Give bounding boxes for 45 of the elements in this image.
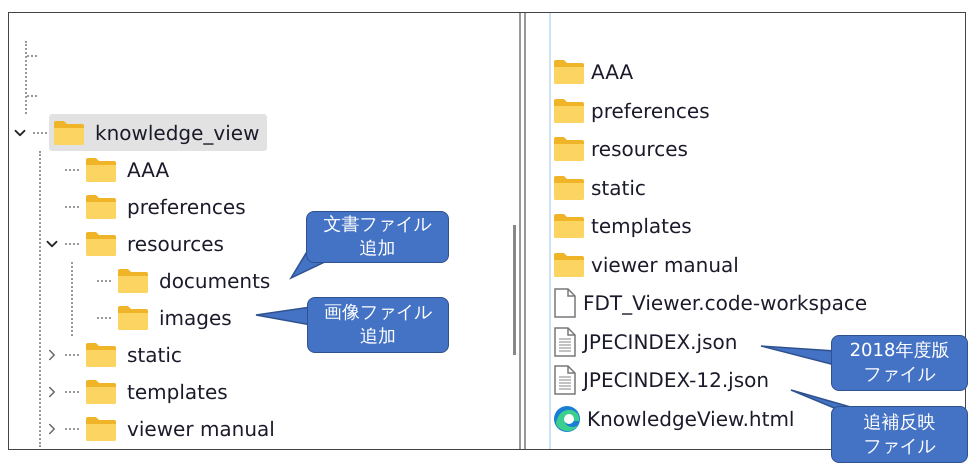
file-item[interactable]: preferences [551, 92, 965, 130]
tree-item[interactable]: knowledge_view [49, 114, 268, 151]
file-item[interactable]: resources [551, 130, 965, 168]
callout-text: ファイル [864, 434, 936, 458]
folder-icon [553, 136, 585, 162]
file-item[interactable]: templates [551, 207, 965, 246]
callout-text: 画像ファイル [324, 301, 432, 325]
folder-icon [85, 342, 117, 368]
folder-icon [85, 194, 117, 220]
folder-icon [85, 230, 117, 256]
folder-icon [117, 268, 149, 294]
pane-splitter[interactable] [519, 13, 526, 449]
tree-item[interactable]: resources [81, 225, 232, 262]
folder-icon [53, 120, 85, 146]
callout-text: 追補反映 [864, 410, 936, 434]
callout-text: 2018年度版 [850, 339, 950, 363]
folder-icon [117, 304, 149, 330]
text-file-icon [553, 326, 577, 357]
folder-icon [85, 416, 117, 442]
folder-icon [85, 378, 117, 404]
tree-item[interactable]: preferences [81, 188, 254, 225]
folder-icon [553, 213, 585, 240]
tree-item[interactable]: static [81, 336, 190, 373]
tree-item[interactable]: templates [81, 373, 236, 410]
callout-text: 文書ファイル [324, 213, 432, 237]
tree-item[interactable]: documents [113, 262, 278, 299]
tree-item[interactable]: images [113, 299, 240, 336]
callout-text: 追加 [360, 325, 396, 349]
text-file-icon [553, 365, 577, 396]
tree-item[interactable]: viewer manual [81, 410, 283, 447]
scrollbar-thumb[interactable] [513, 225, 516, 355]
callout-text: 追加 [360, 237, 396, 261]
file-icon [553, 288, 577, 318]
browser-icon [553, 404, 581, 433]
callout-text: ファイル [864, 363, 936, 387]
file-item[interactable]: viewer manual [551, 246, 965, 284]
folder-icon [553, 98, 585, 124]
file-item[interactable]: static [551, 168, 965, 207]
tree-item[interactable]: AAA [81, 151, 178, 188]
folder-icon [553, 59, 585, 86]
file-item[interactable]: AAA [551, 53, 965, 92]
folder-icon [553, 252, 585, 278]
folder-icon [85, 156, 117, 182]
file-item[interactable]: FDT_Viewer.code-workspace [551, 284, 965, 322]
folder-icon [553, 174, 585, 201]
